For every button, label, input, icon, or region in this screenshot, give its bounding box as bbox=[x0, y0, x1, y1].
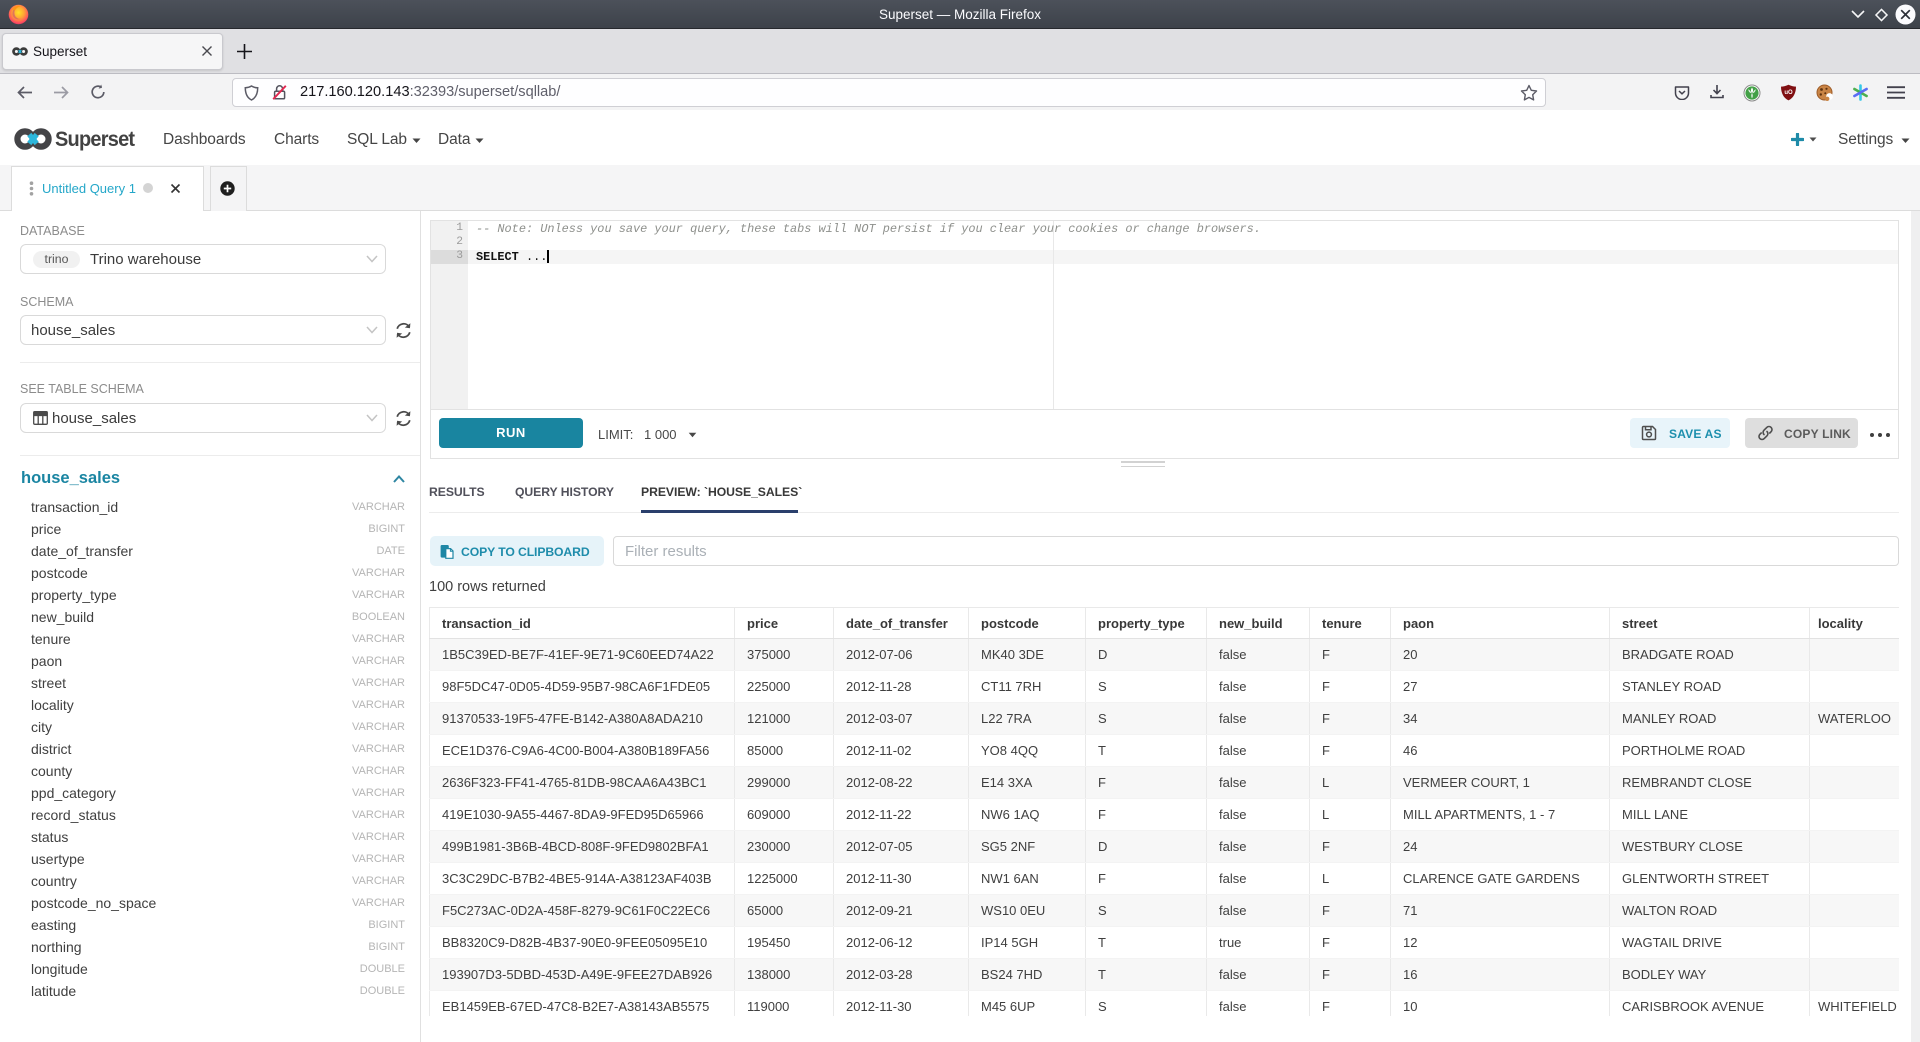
svg-text:uO: uO bbox=[1784, 90, 1793, 96]
